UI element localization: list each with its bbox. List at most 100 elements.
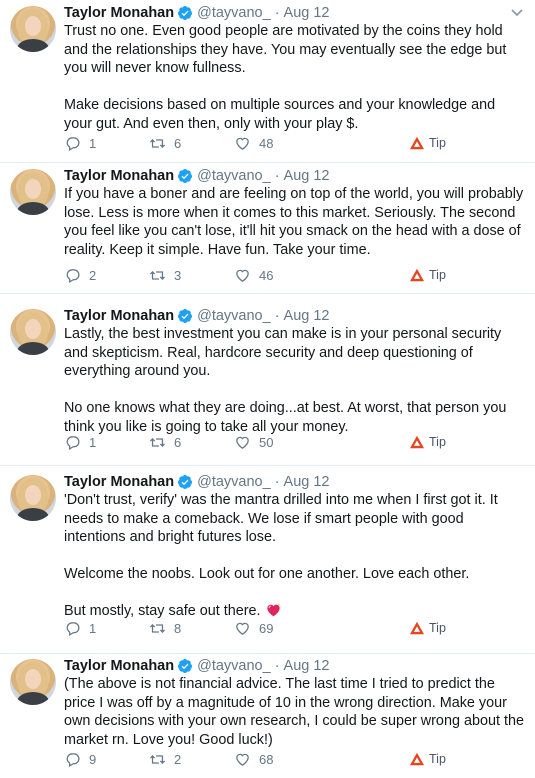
reply-button[interactable]: 9 <box>64 749 96 769</box>
tip-button[interactable]: Tip <box>409 432 446 452</box>
reply-icon <box>66 621 80 636</box>
brave-tip-icon <box>410 435 424 449</box>
tip-label: Tip <box>429 136 446 150</box>
tip-button[interactable]: Tip <box>409 618 446 638</box>
retweet-icon <box>149 270 166 280</box>
tweet[interactable]: Taylor Monahan @tayvano_ · Aug 12 If you… <box>0 163 535 294</box>
verified-badge-icon <box>178 6 193 20</box>
retweet-button[interactable]: 8 <box>149 618 181 638</box>
retweet-count: 6 <box>174 434 182 450</box>
reply-count: 9 <box>89 751 97 767</box>
tweet-paragraph: 'Don't trust, verify' was the mantra dri… <box>64 492 498 545</box>
tweet-date[interactable]: Aug 12 <box>284 308 330 324</box>
reply-count: 2 <box>89 267 97 283</box>
author-handle[interactable]: @tayvano_ <box>197 168 271 184</box>
tweet-header: Taylor Monahan @tayvano_ · Aug 12 <box>64 305 330 327</box>
retweet-button[interactable]: 6 <box>149 133 181 153</box>
retweet-button[interactable]: 3 <box>149 265 181 285</box>
avatar[interactable] <box>10 475 56 521</box>
tweet-actions: 1 6 48 Tip <box>64 133 464 153</box>
tweet[interactable]: Taylor Monahan @tayvano_ · Aug 12 Lastly… <box>0 303 535 466</box>
reply-button[interactable]: 1 <box>64 432 96 452</box>
verified-badge-icon <box>178 475 193 489</box>
retweet-button[interactable]: 2 <box>149 749 181 769</box>
like-button[interactable]: 69 <box>234 618 273 638</box>
heart-icon <box>236 137 249 150</box>
like-button[interactable]: 46 <box>234 265 273 285</box>
author-handle[interactable]: @tayvano_ <box>197 5 271 21</box>
heart-icon <box>236 622 249 635</box>
reply-icon <box>66 752 80 767</box>
author-handle[interactable]: @tayvano_ <box>197 658 271 674</box>
author-name[interactable]: Taylor Monahan <box>64 168 174 184</box>
brave-tip-icon <box>410 136 424 150</box>
tweet-date[interactable]: Aug 12 <box>284 5 330 21</box>
tweet-actions: 1 6 50 Tip <box>64 432 464 452</box>
tweet[interactable]: Taylor Monahan @tayvano_ · Aug 12 'Don't… <box>0 469 535 654</box>
separator-dot: · <box>274 658 280 674</box>
author-name[interactable]: Taylor Monahan <box>64 5 174 21</box>
reply-count: 1 <box>89 434 97 450</box>
tip-button[interactable]: Tip <box>409 133 446 153</box>
author-name[interactable]: Taylor Monahan <box>64 658 174 674</box>
separator-dot: · <box>274 308 280 324</box>
brave-tip-icon <box>410 268 424 282</box>
tweet-date[interactable]: Aug 12 <box>284 168 330 184</box>
tweet[interactable]: Taylor Monahan @tayvano_ · Aug 12 (The a… <box>0 653 535 778</box>
author-name[interactable]: Taylor Monahan <box>64 474 174 490</box>
like-button[interactable]: 50 <box>234 432 273 452</box>
tweet-actions: 9 2 68 Tip <box>64 749 464 769</box>
reply-button[interactable]: 2 <box>64 265 96 285</box>
avatar[interactable] <box>10 169 56 215</box>
like-count: 50 <box>259 434 274 450</box>
tweet-header: Taylor Monahan @tayvano_ · Aug 12 <box>64 165 330 187</box>
tweet-header: Taylor Monahan @tayvano_ · Aug 12 <box>64 471 330 493</box>
reply-button[interactable]: 1 <box>64 618 96 638</box>
tip-label: Tip <box>429 268 446 282</box>
brave-tip-icon <box>410 752 424 766</box>
like-count: 46 <box>259 267 274 283</box>
tweet-text: (The above is not financial advice. The … <box>64 675 524 749</box>
author-name[interactable]: Taylor Monahan <box>64 308 174 324</box>
tip-label: Tip <box>429 621 446 635</box>
reply-button[interactable]: 1 <box>64 133 96 153</box>
tweet-actions: 2 3 46 Tip <box>64 265 464 285</box>
tweet-text: If you have a boner and are feeling on t… <box>64 185 524 259</box>
tweet-date[interactable]: Aug 12 <box>284 474 330 490</box>
tweet-text: 'Don't trust, verify' was the mantra dri… <box>64 491 524 621</box>
separator-dot: · <box>274 168 280 184</box>
reply-count: 1 <box>89 620 97 636</box>
tweet-date[interactable]: Aug 12 <box>284 658 330 674</box>
retweet-icon <box>149 623 166 633</box>
avatar[interactable] <box>10 6 56 52</box>
tweet-paragraph: Make decisions based on multiple sources… <box>64 97 496 132</box>
author-handle[interactable]: @tayvano_ <box>197 474 271 490</box>
verified-badge-icon <box>178 169 193 183</box>
reply-icon <box>66 136 80 151</box>
heart-icon <box>236 436 249 449</box>
tweet-header: Taylor Monahan @tayvano_ · Aug 12 <box>64 655 330 677</box>
tweet-paragraph: But mostly, stay safe out there. <box>64 603 261 619</box>
author-handle[interactable]: @tayvano_ <box>197 308 271 324</box>
tweet-paragraph: No one knows what they are doing...at be… <box>64 400 507 435</box>
retweet-button[interactable]: 6 <box>149 432 181 452</box>
tip-label: Tip <box>429 752 446 766</box>
tip-button[interactable]: Tip <box>409 265 446 285</box>
tweet[interactable]: Taylor Monahan @tayvano_ · Aug 12 Trust … <box>0 0 535 163</box>
tip-button[interactable]: Tip <box>409 749 446 769</box>
retweet-icon <box>149 138 166 148</box>
heart-icon <box>236 753 249 766</box>
retweet-icon <box>149 437 166 447</box>
verified-badge-icon <box>178 309 193 323</box>
tweet-text: Lastly, the best investment you can make… <box>64 325 524 436</box>
chevron-down-icon[interactable] <box>509 4 525 20</box>
reply-count: 1 <box>89 135 97 151</box>
like-button[interactable]: 48 <box>234 133 273 153</box>
brave-tip-icon <box>410 621 424 635</box>
tweet-actions: 1 8 69 Tip <box>64 618 464 638</box>
like-button[interactable]: 68 <box>234 749 273 769</box>
retweet-count: 6 <box>174 135 182 151</box>
tip-label: Tip <box>429 435 446 449</box>
avatar[interactable] <box>10 659 56 705</box>
avatar[interactable] <box>10 309 56 355</box>
